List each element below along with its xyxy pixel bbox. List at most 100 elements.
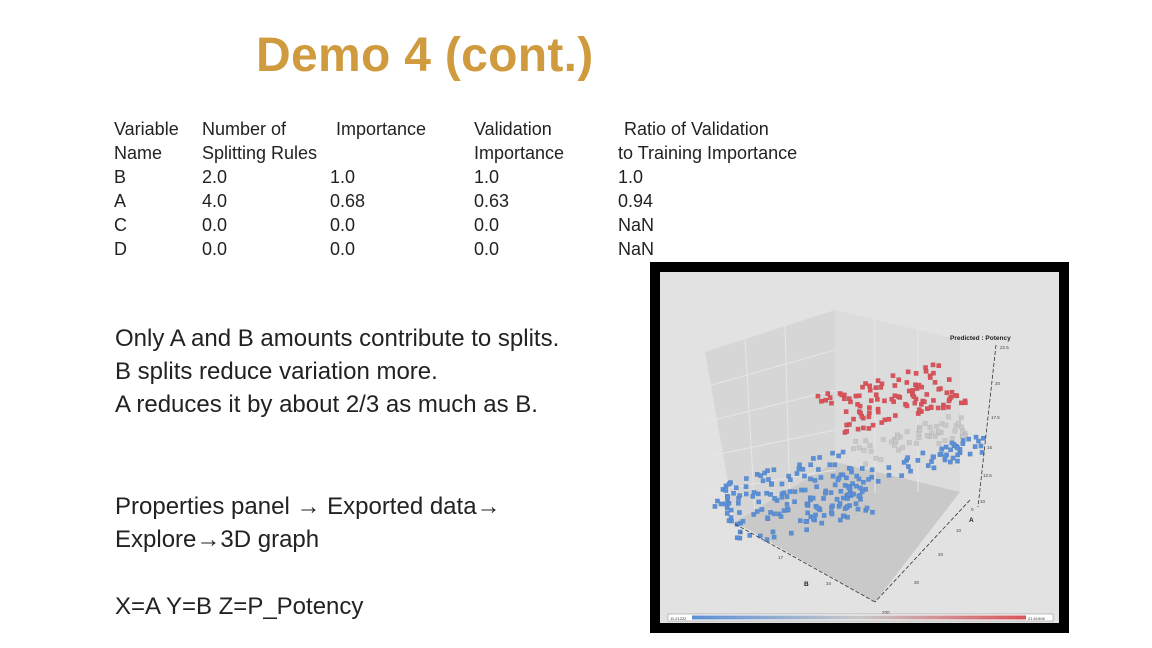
high-potency-point [921,399,927,405]
note-line-2: B splits reduce variation more. [115,358,438,385]
low-potency-point [764,537,770,543]
low-potency-point [765,468,770,474]
mid-potency-point [924,433,930,438]
high-potency-point [905,369,911,375]
slide-title: Demo 4 (cont.) [256,29,594,82]
high-potency-point [827,395,833,401]
mid-potency-point [958,415,964,421]
cell-ratio: 0.94 [618,191,654,211]
cell-importance: 0.68 [330,191,366,211]
cell-splits: 4.0 [202,191,228,211]
high-potency-point [866,414,872,420]
low-potency-point [830,503,835,509]
low-potency-point [805,502,811,507]
low-potency-point [853,501,859,507]
header-importance: Importance [336,119,427,139]
low-potency-point [743,476,749,481]
color-scale-min: 11.21222 [670,616,687,621]
low-potency-point [734,535,740,541]
low-potency-point [972,444,978,450]
low-potency-point [955,458,960,464]
low-potency-point [817,455,823,460]
high-potency-point [915,411,921,416]
high-potency-point [936,363,942,369]
mid-potency-point [853,438,859,444]
low-potency-point [930,454,936,460]
low-potency-point [770,529,776,535]
low-potency-point [818,475,824,480]
low-potency-point [737,510,742,515]
low-potency-point [886,472,892,478]
low-potency-point [723,488,729,493]
low-potency-point [736,496,741,501]
low-potency-point [943,444,949,450]
low-potency-point [976,438,981,444]
header-ratio-2: to Training Importance [618,143,798,163]
high-potency-point [868,398,874,404]
nav-path-line-2: Explore→3D graph [115,526,320,553]
axis-mapping: X=A Y=B Z=P_Potency [115,593,364,620]
z-tick: 10 [980,499,986,504]
a-tick: 30 [914,580,920,585]
low-potency-point [835,477,841,483]
low-potency-point [886,465,892,470]
b-tick: 34 [826,581,832,586]
low-potency-point [942,454,948,460]
low-potency-point [726,481,732,487]
low-potency-point [815,467,821,472]
high-potency-point [844,428,850,434]
high-potency-point [815,393,821,399]
high-potency-point [866,405,872,411]
low-potency-point [755,491,761,497]
high-potency-point [856,393,862,399]
high-potency-point [857,403,863,409]
mid-potency-point [943,422,949,428]
mid-potency-point [936,441,942,446]
low-potency-point [812,477,818,483]
high-potency-point [892,413,898,418]
low-potency-point [759,507,765,512]
high-potency-point [843,409,849,415]
importance-table: Variable Name Number of Splitting Rules … [0,117,1152,267]
low-potency-point [760,478,766,484]
high-potency-point [923,368,929,374]
high-potency-point [913,396,919,402]
low-potency-point [784,494,790,499]
low-potency-point [837,501,843,506]
low-potency-point [810,456,816,461]
low-potency-point [792,499,797,505]
high-potency-point [866,426,872,431]
low-potency-point [819,520,825,526]
low-potency-point [830,450,835,456]
low-potency-point [766,477,771,482]
high-potency-point [823,397,829,403]
low-potency-point [726,518,732,524]
high-potency-point [904,380,910,385]
mid-potency-point [949,436,955,441]
low-potency-point [769,482,774,487]
3d-scatter-graph: Predicted : Potency 22.5 20 17.5 15 12.5… [660,272,1059,623]
mid-potency-point [868,448,874,454]
cell-variable: D [114,239,127,259]
high-potency-point [858,410,863,416]
z-tick: 15 [987,445,993,450]
high-potency-point [904,403,910,409]
high-potency-point [875,409,881,415]
cell-ratio: NaN [618,215,655,235]
cell-splits: 0.0 [202,239,228,259]
b-tick: 17 [778,555,784,560]
high-potency-point [912,400,918,406]
high-potency-point [913,370,919,376]
low-potency-point [844,504,850,510]
low-potency-point [810,495,816,501]
low-potency-point [794,471,800,476]
high-potency-point [946,377,952,382]
low-potency-point [920,450,926,456]
high-potency-point [927,375,933,380]
header-ratio-1: Ratio of Validation [624,119,769,139]
low-potency-point [750,493,756,499]
low-potency-point [787,489,793,494]
high-potency-point [924,392,930,397]
a-tick: 20 [938,552,944,557]
high-potency-point [867,387,873,393]
